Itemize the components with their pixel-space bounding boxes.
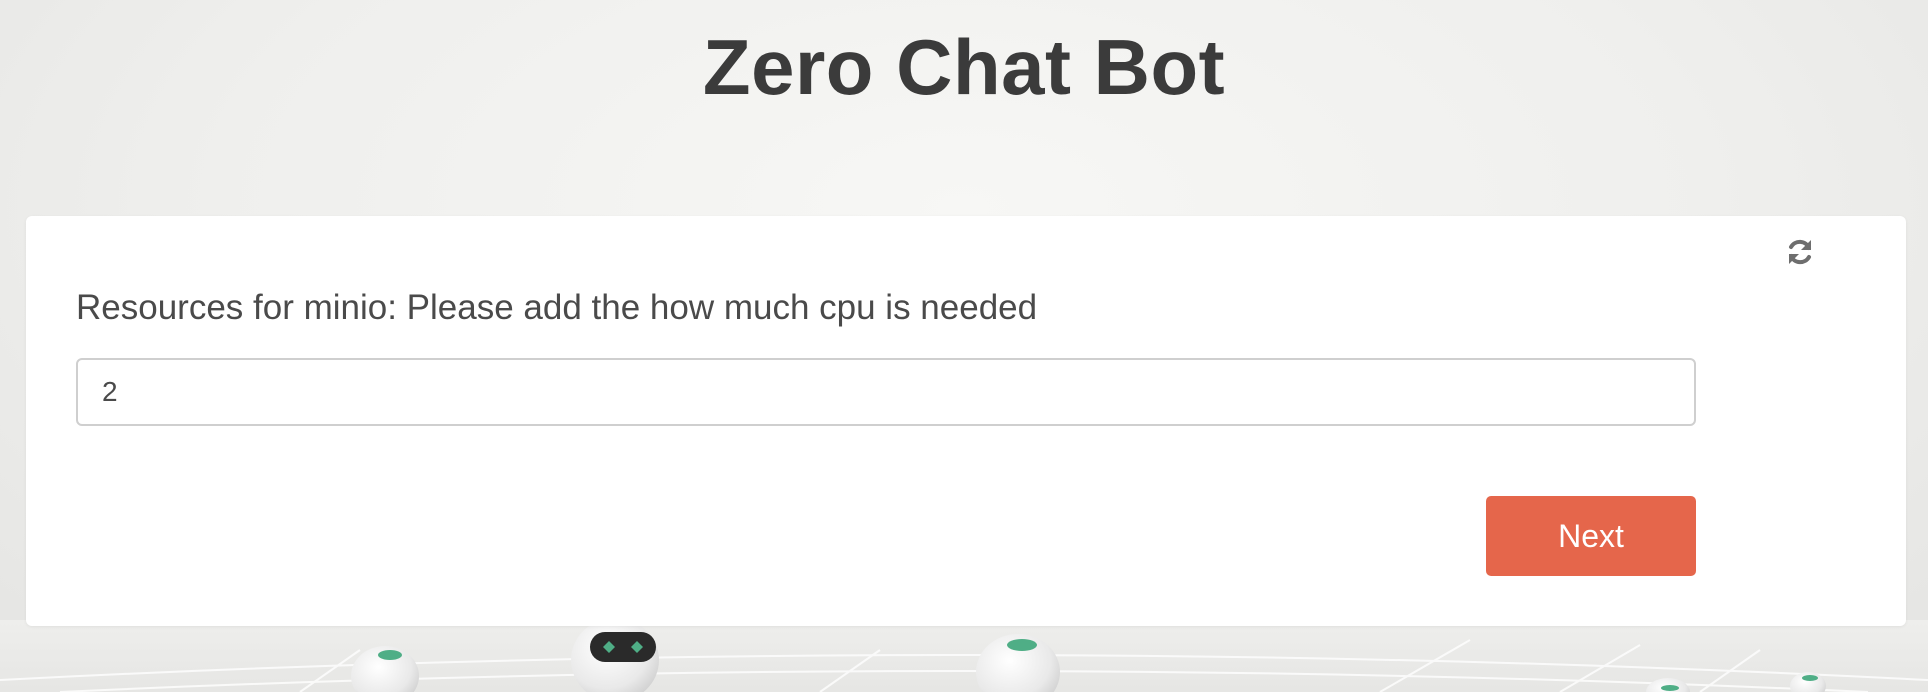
cpu-amount-input[interactable] xyxy=(76,358,1696,426)
next-button[interactable]: Next xyxy=(1486,496,1696,576)
page-title: Zero Chat Bot xyxy=(702,23,1226,111)
question-label: Resources for minio: Please add the how … xyxy=(76,288,1038,327)
refresh-button[interactable] xyxy=(1782,234,1818,270)
question-card: Resources for minio: Please add the how … xyxy=(26,216,1906,626)
refresh-icon xyxy=(1789,239,1811,265)
